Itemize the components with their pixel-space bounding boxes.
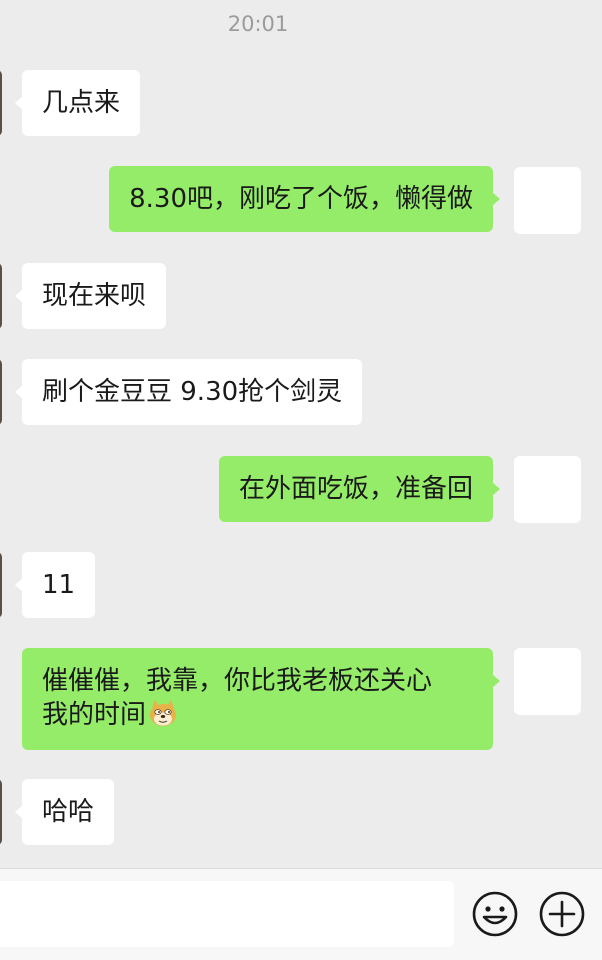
message-input[interactable] <box>0 881 454 947</box>
contact-avatar[interactable] <box>0 70 2 136</box>
contact-avatar[interactable] <box>0 779 2 845</box>
message-bubble-received[interactable]: 哈哈 <box>14 779 115 845</box>
doge-emoji-icon <box>150 700 177 726</box>
self-avatar[interactable] <box>514 167 581 234</box>
contact-avatar[interactable] <box>0 359 2 425</box>
message-text: 几点来 <box>42 88 121 118</box>
chat-area[interactable]: 20:01 几点来 8.30吧，刚吃了个饭，懒得做 现在来呗 刷个金豆豆 9.3… <box>0 0 602 868</box>
message-text: 11 <box>42 570 76 600</box>
message-bubble-received[interactable]: 几点来 <box>14 70 141 136</box>
message-timestamp: 20:01 <box>227 12 289 36</box>
message-text-line-with-emoji: 我的时间 <box>42 698 473 732</box>
contact-avatar[interactable] <box>0 263 2 329</box>
contact-avatar[interactable] <box>0 552 2 618</box>
message-text: 8.30吧，刚吃了个饭，懒得做 <box>129 184 473 214</box>
message-bubble-received[interactable]: 现在来呗 <box>14 263 167 329</box>
plus-circle-icon[interactable] <box>538 890 586 938</box>
message-text: 在外面吃饭，准备回 <box>238 474 473 504</box>
message-bubble-received[interactable]: 刷个金豆豆 9.30抢个剑灵 <box>14 359 363 425</box>
message-text: 刷个金豆豆 9.30抢个剑灵 <box>42 377 343 407</box>
message-text: 现在来呗 <box>42 281 147 311</box>
message-bubble-sent[interactable]: 8.30吧，刚吃了个饭，懒得做 <box>109 166 500 232</box>
self-avatar[interactable] <box>514 648 581 715</box>
message-bubble-received[interactable]: 11 <box>14 552 96 618</box>
message-bubble-sent[interactable]: 在外面吃饭，准备回 <box>218 456 501 522</box>
message-text-line: 催催催，我靠，你比我老板还关心 <box>42 666 433 696</box>
message-text: 哈哈 <box>42 797 95 827</box>
input-bar <box>0 868 602 960</box>
self-avatar[interactable] <box>514 456 581 523</box>
smiley-face-icon[interactable] <box>471 890 519 938</box>
message-bubble-sent[interactable]: 催催催，我靠，你比我老板还关心 我的时间 <box>22 648 500 750</box>
